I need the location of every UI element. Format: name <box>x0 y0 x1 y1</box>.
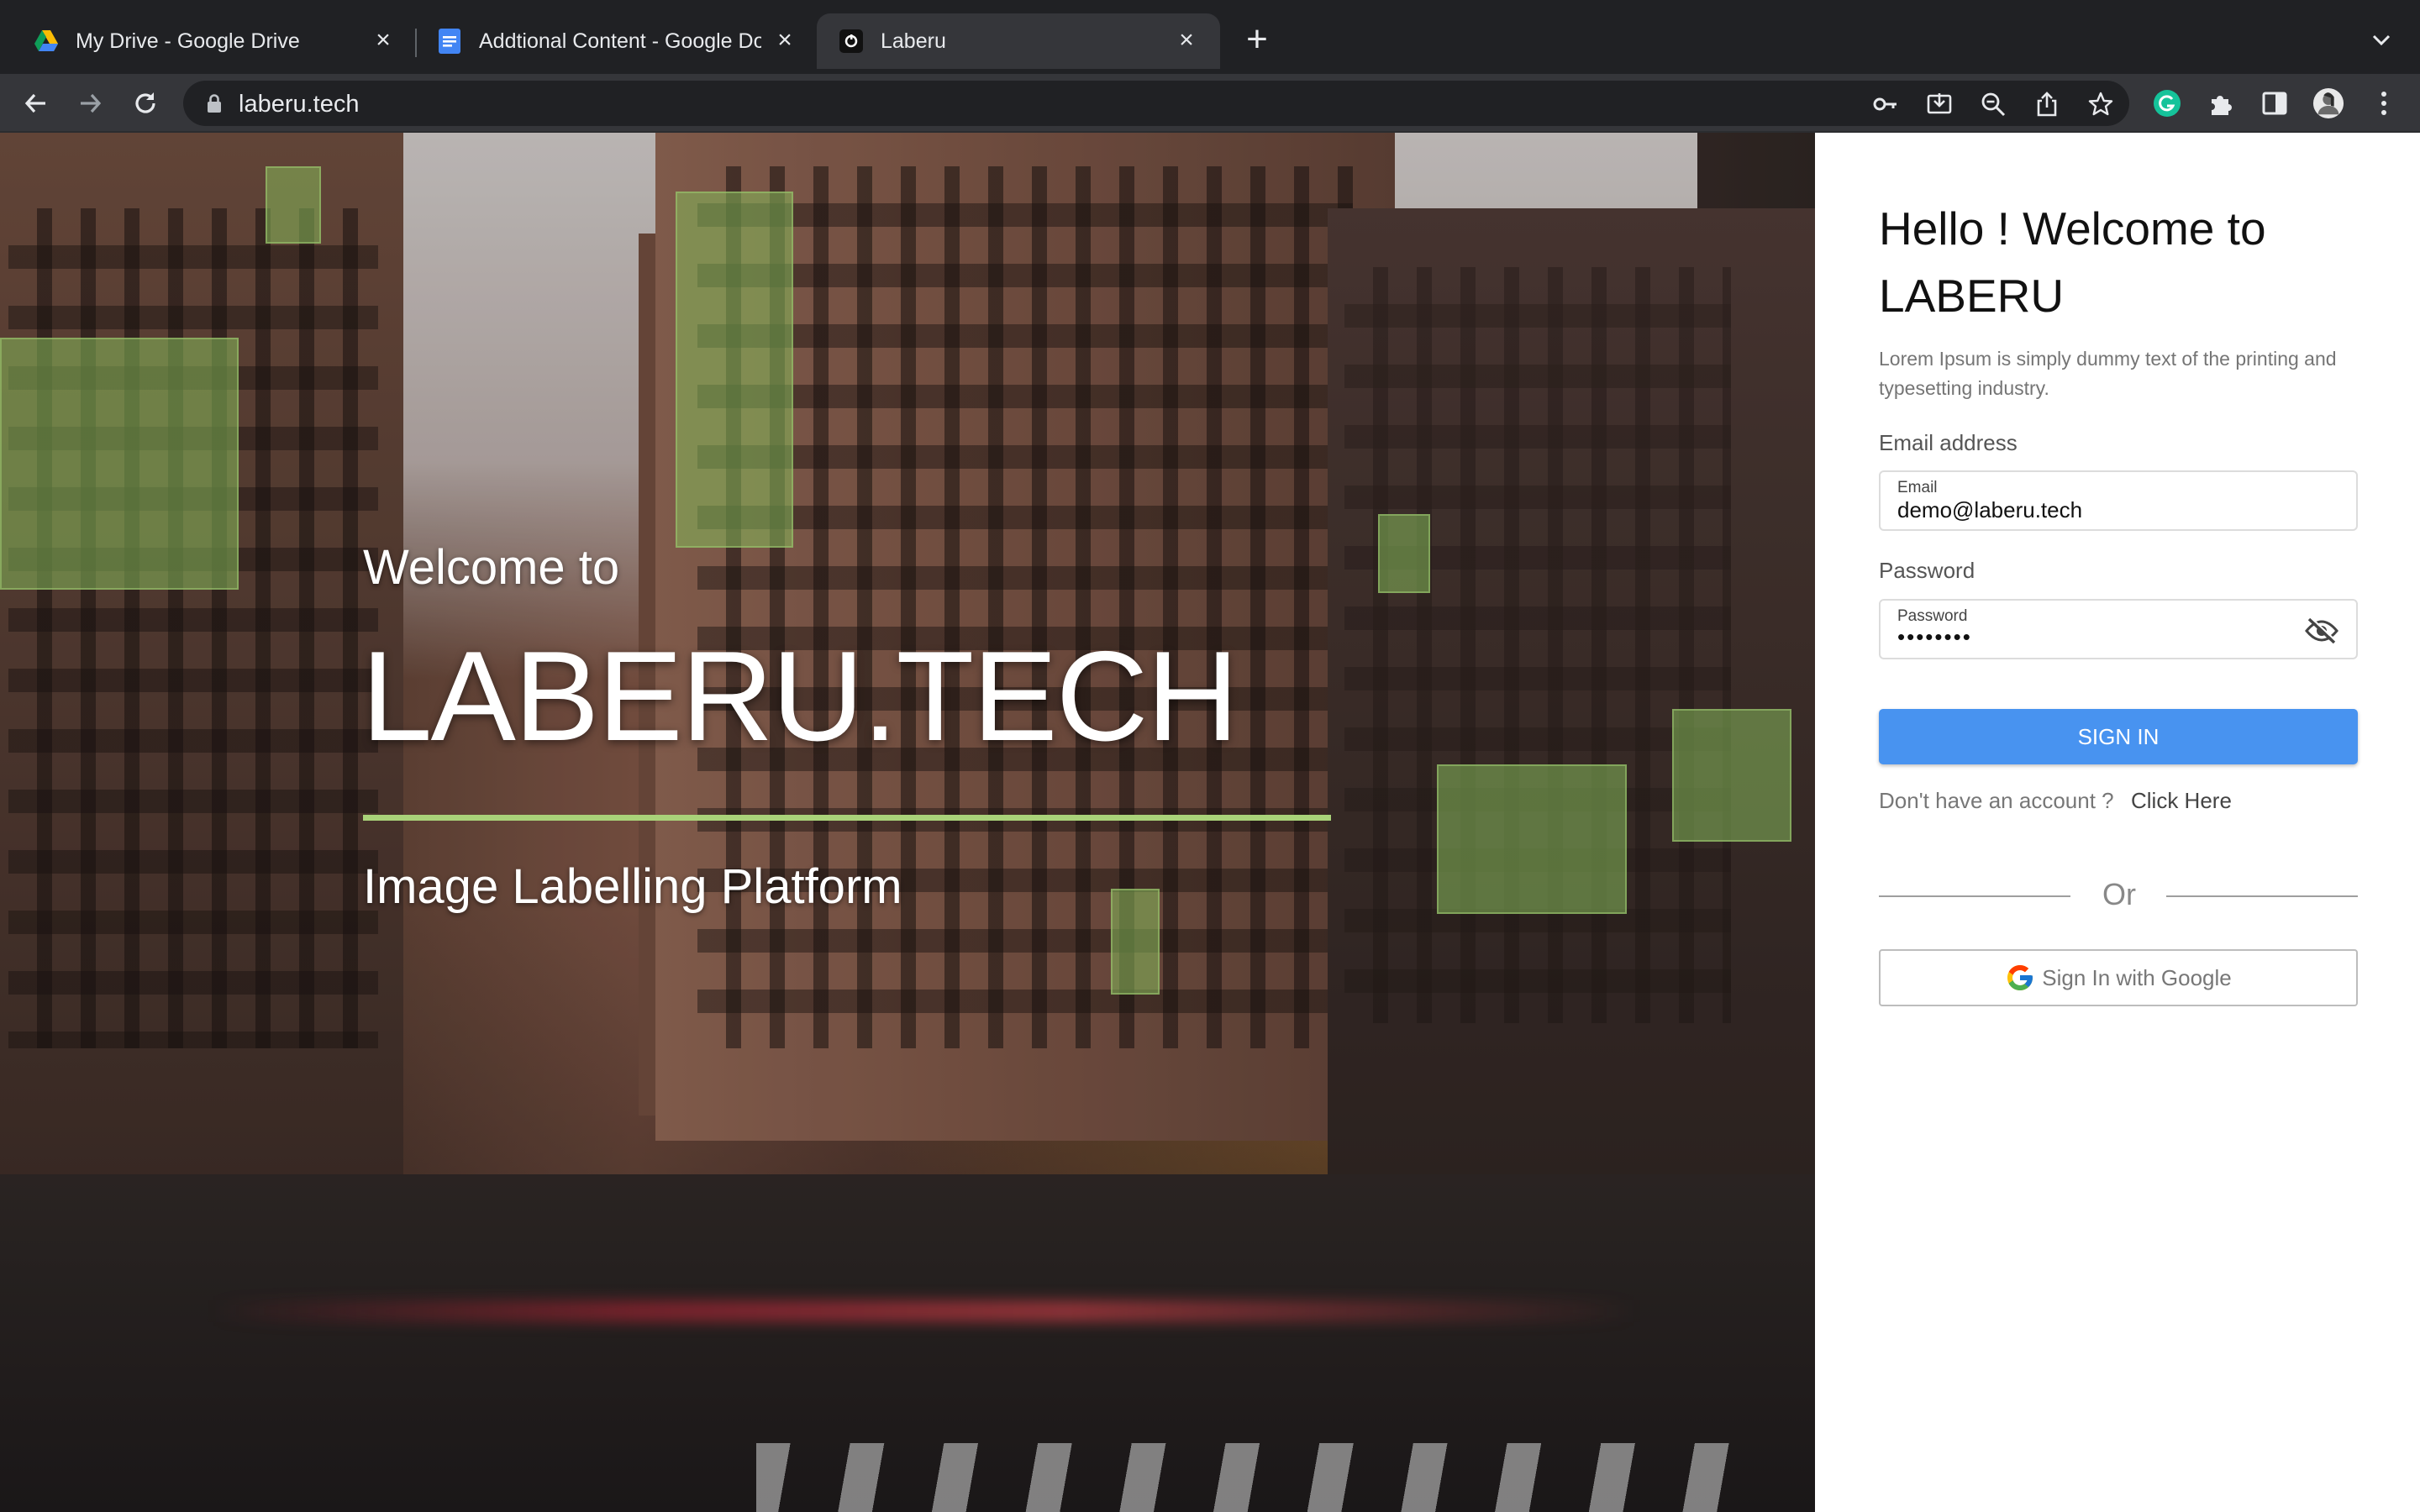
hero-image: Welcome to LABERU.TECH Image Labelling P… <box>0 133 1815 1512</box>
hero-title: LABERU.TECH <box>361 625 1239 768</box>
tab-divider <box>415 29 417 57</box>
signin-description: Lorem Ipsum is simply dummy text of the … <box>1879 348 2337 399</box>
browser-tab-strip: My Drive - Google Drive × Addtional Cont… <box>0 0 2420 74</box>
divider-line-right <box>2166 895 2358 897</box>
close-tab-icon[interactable]: × <box>1173 28 1200 55</box>
profile-avatar[interactable] <box>2312 87 2344 119</box>
signin-panel: Hello ! Welcome to LABERU Lorem Ipsum is… <box>1815 133 2420 1512</box>
signup-link[interactable]: Click Here <box>2131 788 2232 814</box>
email-input[interactable] <box>1897 497 2301 523</box>
tab-title: My Drive - Google Drive <box>76 29 300 53</box>
or-separator: Or <box>2102 877 2136 911</box>
address-bar[interactable]: laberu.tech <box>183 81 2129 126</box>
password-field[interactable]: Password •••••••• <box>1879 599 2358 659</box>
hide-password-eye-icon[interactable] <box>2304 616 2339 646</box>
password-field-label: Password <box>1897 607 1968 625</box>
hero-subtitle: Image Labelling Platform <box>363 859 902 914</box>
tab-google-drive[interactable]: My Drive - Google Drive × <box>0 13 417 69</box>
url-text[interactable]: laberu.tech <box>239 91 360 118</box>
hero-welcome-text: Welcome to <box>363 540 620 595</box>
google-drive-icon <box>34 29 59 54</box>
zoom-icon[interactable] <box>1980 91 2007 118</box>
divider-line-left <box>1879 895 2070 897</box>
install-app-icon[interactable] <box>1926 91 1953 118</box>
google-g-icon <box>2005 963 2035 993</box>
tab-laberu[interactable]: Laberu × <box>817 13 1220 69</box>
page-content: Welcome to LABERU.TECH Image Labelling P… <box>0 133 2420 1512</box>
tab-title: Laberu <box>881 29 946 53</box>
google-docs-icon <box>437 29 462 54</box>
email-field-label: Email <box>1897 479 1938 496</box>
key-icon[interactable] <box>1872 91 1899 118</box>
tab-google-docs[interactable]: Addtional Content - Google Do × <box>418 13 818 69</box>
sign-in-button[interactable]: SIGN IN <box>1879 709 2358 764</box>
email-field[interactable]: Email <box>1879 470 2358 531</box>
password-input[interactable]: •••••••• <box>1897 624 2301 650</box>
hero-accent-rule <box>363 815 1331 821</box>
forward-arrow-icon[interactable] <box>72 86 108 121</box>
close-tab-icon[interactable]: × <box>771 28 798 55</box>
tab-title: Addtional Content - Google Do <box>479 29 761 53</box>
email-label: Email address <box>1879 430 2018 455</box>
password-label: Password <box>1879 558 1975 583</box>
reload-icon[interactable] <box>128 86 163 121</box>
chevron-down-icon[interactable] <box>2366 25 2396 55</box>
google-signin-button[interactable]: Sign In with Google <box>1879 949 2358 1006</box>
bookmark-star-icon[interactable] <box>2087 91 2114 118</box>
no-account-text: Don't have an account ? <box>1879 788 2114 813</box>
lock-icon[interactable] <box>203 92 225 114</box>
extensions-puzzle-icon[interactable] <box>2205 87 2237 119</box>
google-signin-label: Sign In with Google <box>2042 964 2232 990</box>
side-panel-icon[interactable] <box>2259 87 2291 119</box>
browser-toolbar: laberu.tech <box>0 74 2420 133</box>
grammarly-extension-icon[interactable] <box>2151 87 2183 119</box>
laberu-favicon <box>839 29 864 54</box>
back-arrow-icon[interactable] <box>18 86 54 121</box>
hero-dark-overlay <box>0 133 1815 1512</box>
share-icon[interactable] <box>2033 91 2060 118</box>
kebab-menu-icon[interactable] <box>2368 87 2400 119</box>
close-tab-icon[interactable]: × <box>370 28 397 55</box>
new-tab-button[interactable]: + <box>1240 21 1274 58</box>
signin-heading: Hello ! Welcome to LABERU <box>1879 202 2266 322</box>
